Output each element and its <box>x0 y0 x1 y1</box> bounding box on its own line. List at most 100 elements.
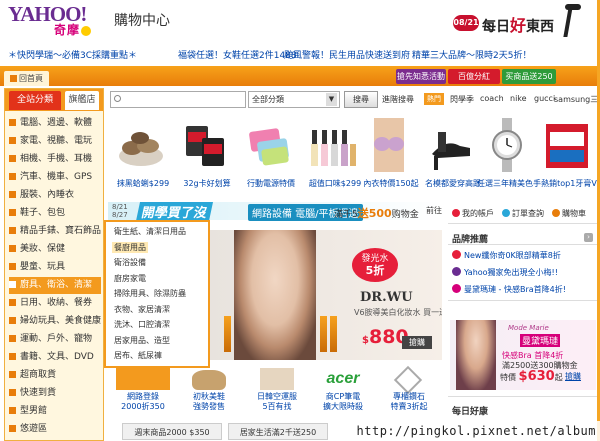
bullet-icon <box>9 281 16 288</box>
sidebar-category[interactable]: 家電、視聽、電玩 <box>9 133 101 150</box>
product-item[interactable]: 32g卡好划算 <box>174 118 236 190</box>
submenu-item[interactable]: 掃除用具、除濕防蟲 <box>114 288 186 299</box>
tile[interactable]: acer 商CP筆電 擴大限時殺 <box>312 368 374 412</box>
brand-news-item[interactable]: New纖你奇0K眼部精華8折 <box>452 250 561 261</box>
rebate-value: 送500 <box>357 207 392 220</box>
hot-keyword[interactable]: samsung三星 <box>554 94 600 105</box>
submenu-item[interactable]: 衛生紙、清潔日用品 <box>114 226 186 237</box>
tile[interactable]: 初秋美鞋 強勢發售 <box>178 368 240 412</box>
product-caption[interactable]: 抹黑蛤蜊$299 <box>110 178 176 189</box>
hot-keyword[interactable]: gucci <box>534 94 555 103</box>
product-caption[interactable]: 32g卡好划算 <box>174 178 240 189</box>
submenu-item[interactable]: 居布、紙尿褲 <box>114 350 162 361</box>
site-title[interactable]: 購物中心 <box>114 10 170 30</box>
promo-link[interactable]: 颱風警報！民生用品快速送到府 <box>284 48 410 61</box>
advanced-search-link[interactable]: 進階搜尋 <box>382 94 414 105</box>
tab-free[interactable]: 买商品送250 <box>502 69 556 84</box>
sidebar-category[interactable]: 型男館 <box>9 403 101 420</box>
product-item[interactable]: 名模都愛穿高跟 <box>420 118 482 190</box>
tile-caption-b: 5百有找 <box>262 402 292 411</box>
lamp-icon[interactable] <box>563 4 585 38</box>
product-item[interactable]: 超值口味$299 <box>302 118 364 190</box>
product-item[interactable]: 抹黑蛤蜊$299 <box>110 118 172 190</box>
sidebar-category[interactable]: 服裝、內睡衣 <box>9 187 101 204</box>
sidebar-category[interactable]: 嬰童、玩具 <box>9 259 101 276</box>
tab-flagship[interactable]: 旗艦店 <box>65 91 99 110</box>
brand-news-item[interactable]: 曼黛瑪璉 - 快感Bra首降4折! <box>452 284 566 295</box>
rebate-suffix: 购物金 <box>391 210 419 220</box>
cart-link[interactable]: 購物車 <box>552 208 586 219</box>
product-item[interactable]: 內衣特價150起 <box>358 118 420 190</box>
bottom-tab[interactable]: 週末商品2000 $350 <box>122 423 222 440</box>
tile-caption: 商CP筆電 擴大限時殺 <box>312 392 374 412</box>
bullet-icon <box>9 371 16 378</box>
sidebar-category[interactable]: 日用、收納、餐券 <box>9 295 101 312</box>
bullet-icon <box>9 407 16 414</box>
submenu-item[interactable]: 餐廚用品 <box>112 241 148 253</box>
product-item[interactable]: 熱銷top1牙膏V <box>536 118 598 190</box>
tile-caption-b: 擴大限時殺 <box>323 402 363 411</box>
user-icon <box>452 209 460 217</box>
product-caption[interactable]: 任選三年精美色手 <box>476 178 542 189</box>
bottom-tab[interactable]: 居家生活滿2千送250 <box>228 423 328 440</box>
home-tab[interactable]: 回首頁 <box>4 71 49 86</box>
hot-keyword[interactable]: 閃學季 <box>450 94 474 105</box>
submenu-item[interactable]: 洗沐、口腔清潔 <box>114 319 170 330</box>
banner-rush-button[interactable]: 搶購 <box>402 336 432 349</box>
submenu-item[interactable]: 居家用品、造型 <box>114 335 170 346</box>
sidebar-category[interactable]: 鞋子、包包 <box>9 205 101 222</box>
ad-rush-link[interactable]: 搶購 <box>565 371 581 382</box>
main-banner[interactable]: 發光水5折 DR.WU V6胺導美白化妝水 買一送一 $880 搶購 <box>210 230 442 360</box>
more-icon[interactable]: › <box>584 233 593 242</box>
hot-keyword[interactable]: nike <box>510 94 527 103</box>
product-item[interactable]: 任選三年精美色手 <box>476 118 541 190</box>
sidebar-category[interactable]: 悠遊區 <box>9 421 101 438</box>
product-caption[interactable]: 熱銷top1牙膏V <box>536 178 600 189</box>
tile[interactable]: 日韓空運服 5百有找 <box>246 368 308 412</box>
sidebar-category[interactable]: 婦幼玩具、美食健康 <box>9 313 101 330</box>
tab-hundred[interactable]: 百億分紅 <box>448 69 500 84</box>
brand-news-item[interactable]: Yahoo獨家免出現全小梅!! <box>452 267 558 278</box>
product-item[interactable]: 行動電源特價 <box>238 118 300 190</box>
bullet-icon <box>9 263 16 270</box>
sidebar-category[interactable]: 精品手錶、寶石飾品 <box>9 223 101 240</box>
tile-image <box>260 368 294 390</box>
tab-all-categories[interactable]: 全站分類 <box>9 91 61 110</box>
category-select[interactable]: 全部分類 ▼ <box>248 91 340 108</box>
submenu-item[interactable]: 衣物、家居清潔 <box>114 304 170 315</box>
product-caption[interactable]: 內衣特價150起 <box>358 178 424 189</box>
bullet-icon <box>9 317 16 324</box>
divider <box>448 244 600 245</box>
submenu-item[interactable]: 廚房家電 <box>114 273 146 284</box>
daily-good-stuff-logo[interactable]: 08/21 每日好東西 <box>453 10 573 35</box>
submenu-item[interactable]: 衛浴設備 <box>114 257 146 268</box>
promo-link[interactable]: 福袋任選！女鞋任選2件1488 <box>178 48 297 61</box>
sidebar-category-label: 服裝、內睡衣 <box>20 190 75 200</box>
sidebar-category[interactable]: 書籍、文具、DVD <box>9 349 101 366</box>
sidebar-category[interactable]: 汽車、機車、GPS <box>9 169 101 186</box>
search-button[interactable]: 搜尋 <box>344 91 378 108</box>
promo-band[interactable]: 8/21 8/27 開學買了沒 網路設備 電腦/平板週邊 滿千5送500购物金 前… <box>108 202 442 221</box>
my-account-link[interactable]: 我的帳戶 <box>452 208 494 219</box>
sidebar-category[interactable]: 相機、手機、耳機 <box>9 151 101 168</box>
promo-link[interactable]: 精華三大品牌～限時2天5折！ <box>412 48 531 61</box>
sidebar-category[interactable]: 廚具、衛浴、清潔 <box>9 277 101 294</box>
product-caption[interactable]: 行動電源特價 <box>238 178 304 189</box>
search-row: 全部分類 ▼ 搜尋 進階搜尋 熱門 閃學季 coach nike gucci sa… <box>108 90 600 110</box>
sidebar-category-label: 嬰童、玩具 <box>20 262 66 272</box>
tab-vip[interactable]: 搶先知悉活動 <box>396 69 446 84</box>
bullet-icon <box>9 173 16 180</box>
sidebar-category[interactable]: 超商取貨 <box>9 367 101 384</box>
tile[interactable]: 專櫃鑽石 特賣3折起 <box>378 365 440 412</box>
sidebar-category[interactable]: 運動、戶外、寵物 <box>9 331 101 348</box>
sidebar-category[interactable]: 美妝、保健 <box>9 241 101 258</box>
hot-keyword[interactable]: coach <box>480 94 504 103</box>
band-go-link[interactable]: 前往 <box>426 205 442 217</box>
order-query-link[interactable]: 訂單查詢 <box>502 208 544 219</box>
tile[interactable]: 網路登錄 2000折350 <box>112 368 174 412</box>
sidebar-category[interactable]: 快速到貨 <box>9 385 101 402</box>
sidebar-category-label: 日用、收納、餐券 <box>20 298 93 308</box>
promo-link[interactable]: ＊快閃學瑞～必備3C採購重點＊ <box>8 48 137 61</box>
search-input[interactable] <box>110 91 246 108</box>
sidebar-category[interactable]: 電腦、週邊、軟體 <box>9 115 101 132</box>
